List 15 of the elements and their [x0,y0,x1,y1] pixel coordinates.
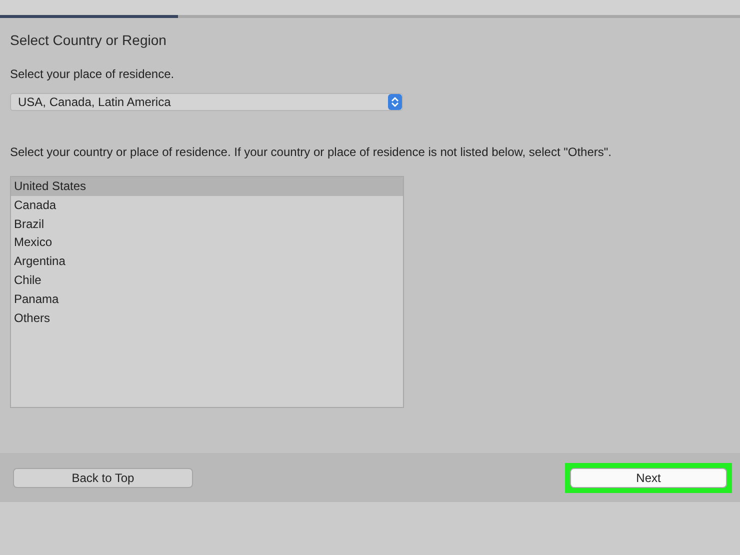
country-item[interactable]: Brazil [11,214,403,234]
next-button[interactable]: Next [570,468,727,488]
country-label: Select your country or place of residence. If your country or place of residence is not listed below, select "Others". [10,145,612,159]
country-item[interactable]: United States [11,177,403,196]
country-item[interactable]: Chile [11,270,403,290]
country-item[interactable]: Mexico [11,233,403,252]
region-dropdown[interactable]: USA, Canada, Latin America [10,93,403,111]
country-item[interactable]: Argentina [11,252,403,271]
region-label: Select your place of residence. [10,67,176,81]
stepper-icon [388,94,402,110]
back-button[interactable]: Back to Top [13,468,193,488]
page-heading: Select Country or Region [10,32,168,48]
country-item[interactable]: Others [11,308,403,328]
country-item[interactable]: Canada [11,196,403,215]
country-item[interactable]: Panama [11,290,403,309]
